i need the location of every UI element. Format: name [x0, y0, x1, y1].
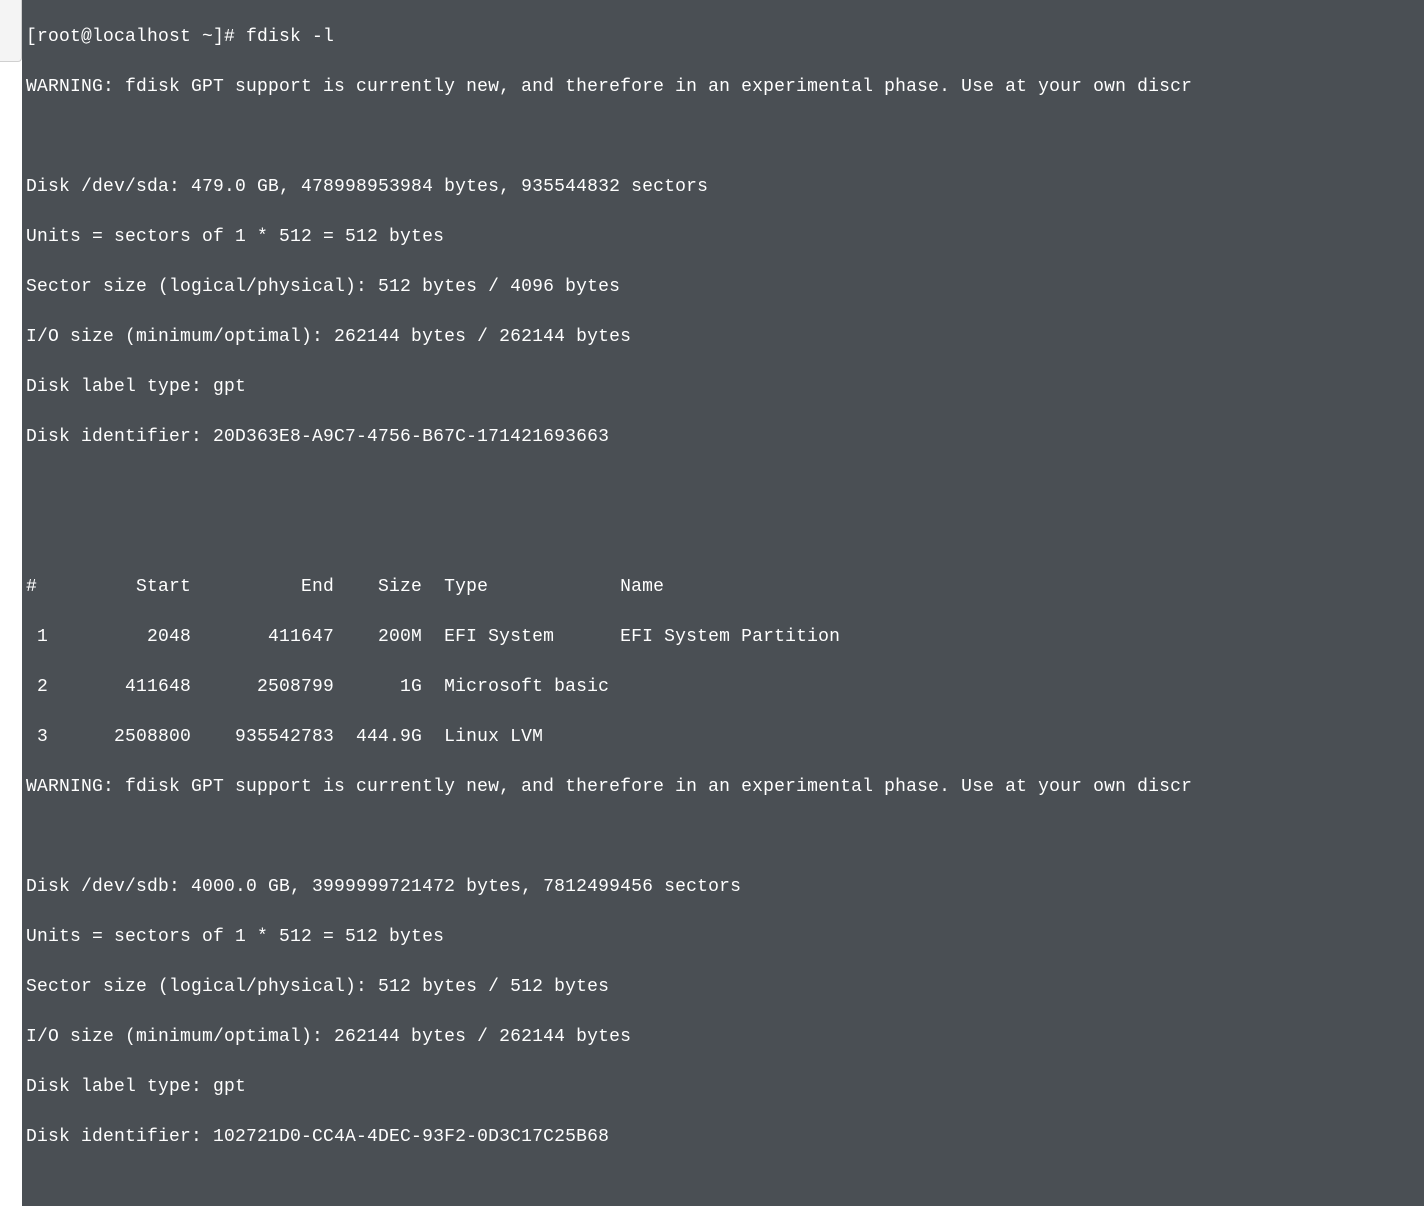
partition-table-header: # Start End Size Type Name [26, 575, 1424, 600]
disk-label: Disk label type: gpt [26, 375, 1424, 400]
disk-io: I/O size (minimum/optimal): 262144 bytes… [26, 1025, 1424, 1050]
partition-row: 2 411648 2508799 1G Microsoft basic [26, 675, 1424, 700]
disk-id: Disk identifier: 102721D0-CC4A-4DEC-93F2… [26, 1125, 1424, 1150]
blank-line [26, 825, 1424, 850]
prompt-line: [root@localhost ~]# fdisk -l [26, 25, 1424, 50]
disk-id: Disk identifier: 20D363E8-A9C7-4756-B67C… [26, 425, 1424, 450]
warning-line: WARNING: fdisk GPT support is currently … [26, 775, 1424, 800]
blank-line [26, 125, 1424, 150]
disk-units: Units = sectors of 1 * 512 = 512 bytes [26, 925, 1424, 950]
warning-line: WARNING: fdisk GPT support is currently … [26, 75, 1424, 100]
partition-row: 3 2508800 935542783 444.9G Linux LVM [26, 725, 1424, 750]
blank-line [26, 1175, 1424, 1200]
terminal-output[interactable]: [root@localhost ~]# fdisk -l WARNING: fd… [22, 0, 1424, 1206]
blank-line [26, 525, 1424, 550]
disk-header: Disk /dev/sda: 479.0 GB, 478998953984 by… [26, 175, 1424, 200]
disk-units: Units = sectors of 1 * 512 = 512 bytes [26, 225, 1424, 250]
disk-sector: Sector size (logical/physical): 512 byte… [26, 275, 1424, 300]
disk-sector: Sector size (logical/physical): 512 byte… [26, 975, 1424, 1000]
partition-row: 1 2048 411647 200M EFI System EFI System… [26, 625, 1424, 650]
disk-header: Disk /dev/sdb: 4000.0 GB, 3999999721472 … [26, 875, 1424, 900]
left-gutter [0, 0, 22, 62]
disk-io: I/O size (minimum/optimal): 262144 bytes… [26, 325, 1424, 350]
disk-label: Disk label type: gpt [26, 1075, 1424, 1100]
blank-line [26, 475, 1424, 500]
